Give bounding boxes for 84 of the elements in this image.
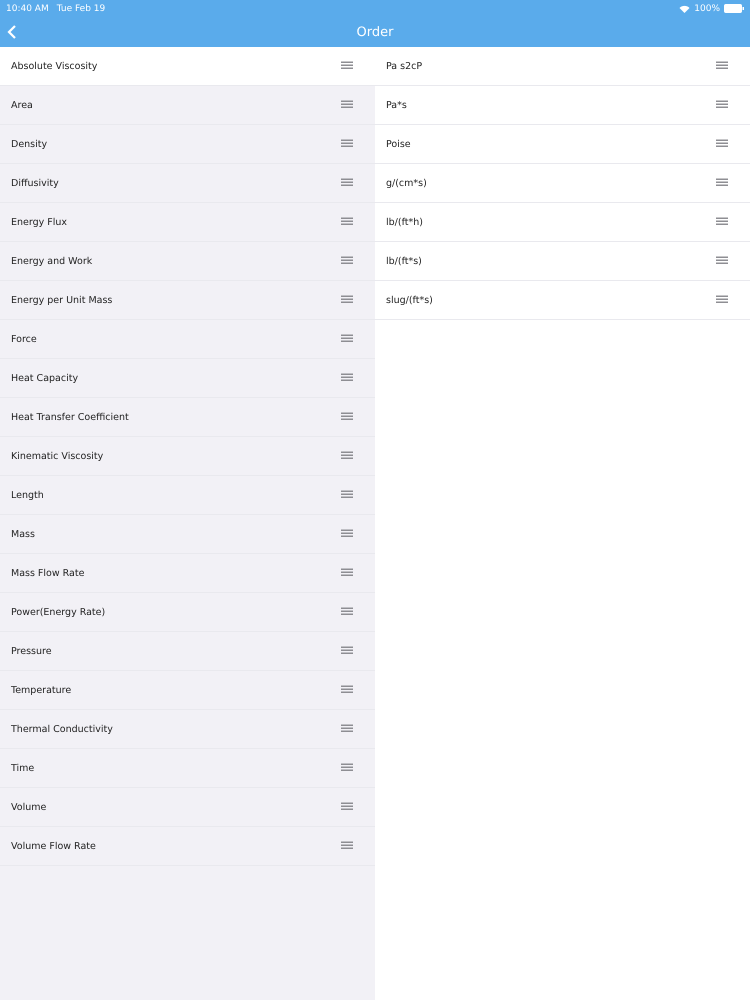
drag-handle-icon[interactable] (341, 100, 353, 110)
category-label: Power(Energy Rate) (11, 606, 106, 618)
drag-handle-icon[interactable] (341, 568, 353, 578)
category-label: Thermal Conductivity (11, 724, 113, 734)
drag-handle-icon[interactable] (341, 139, 353, 149)
category-row[interactable]: Absolute Viscosity (0, 47, 375, 86)
drag-handle-icon[interactable] (716, 295, 728, 305)
category-row[interactable]: Diffusivity (0, 164, 375, 203)
back-button[interactable] (6, 24, 18, 40)
nav-title: Order (356, 24, 394, 40)
drag-handle-icon[interactable] (341, 217, 353, 227)
category-row[interactable]: Heat Capacity (0, 359, 375, 398)
drag-handle-icon[interactable] (341, 802, 353, 812)
status-date: Tue Feb 19 (56, 4, 106, 14)
drag-handle-icon[interactable] (341, 61, 353, 71)
category-label: Diffusivity (11, 178, 59, 188)
drag-handle-icon[interactable] (341, 295, 353, 305)
drag-handle-icon[interactable] (341, 685, 353, 695)
category-label: Density (11, 138, 48, 150)
category-row[interactable]: Kinematic Viscosity (0, 437, 375, 476)
category-row[interactable]: Volume Flow Rate (0, 827, 375, 866)
category-row[interactable]: Length (0, 476, 375, 515)
category-row[interactable]: Energy per Unit Mass (0, 281, 375, 320)
category-label: Time (11, 762, 34, 774)
category-label: Volume (11, 802, 46, 812)
drag-handle-icon[interactable] (341, 256, 353, 266)
drag-handle-icon[interactable] (341, 412, 353, 422)
category-row[interactable]: Volume (0, 788, 375, 827)
unit-label: Pa*s (386, 100, 407, 110)
unit-label: lb/(ft*s) (386, 256, 422, 266)
category-label: Heat Capacity (11, 372, 78, 384)
category-label: Force (11, 334, 37, 344)
drag-handle-icon[interactable] (341, 607, 353, 617)
category-label: Pressure (11, 646, 52, 656)
battery-icon (724, 4, 744, 13)
category-label: Energy and Work (11, 256, 92, 266)
drag-handle-icon[interactable] (341, 529, 353, 539)
category-row[interactable]: Force (0, 320, 375, 359)
category-label: Energy per Unit Mass (11, 294, 112, 306)
drag-handle-icon[interactable] (716, 139, 728, 149)
drag-handle-icon[interactable] (341, 451, 353, 461)
category-label: Length (11, 490, 44, 500)
unit-label: Poise (386, 138, 411, 150)
category-row[interactable]: Thermal Conductivity (0, 710, 375, 749)
drag-handle-icon[interactable] (716, 61, 728, 71)
drag-handle-icon[interactable] (341, 334, 353, 344)
battery-percentage: 100% (694, 4, 720, 14)
drag-handle-icon[interactable] (341, 841, 353, 851)
drag-handle-icon[interactable] (341, 373, 353, 383)
status-time: 10:40 AM (6, 4, 49, 14)
unit-label: Pa s2cP (386, 60, 422, 72)
category-label: Absolute Viscosity (11, 60, 98, 72)
category-label: Kinematic Viscosity (11, 450, 104, 462)
drag-handle-icon[interactable] (341, 646, 353, 656)
category-label: Mass (11, 528, 35, 540)
unit-label: slug/(ft*s) (386, 294, 433, 306)
category-row[interactable]: Density (0, 125, 375, 164)
drag-handle-icon[interactable] (341, 724, 353, 734)
category-label: Temperature (11, 684, 72, 696)
category-row[interactable]: Heat Transfer Coefficient (0, 398, 375, 437)
category-row[interactable]: Time (0, 749, 375, 788)
category-row[interactable]: Mass (0, 515, 375, 554)
category-row[interactable]: Pressure (0, 632, 375, 671)
unit-label: lb/(ft*h) (386, 216, 423, 228)
category-label: Area (11, 100, 33, 110)
category-row[interactable]: Energy and Work (0, 242, 375, 281)
category-row[interactable]: Temperature (0, 671, 375, 710)
unit-label: g/(cm*s) (386, 178, 427, 188)
drag-handle-icon[interactable] (341, 763, 353, 773)
category-label: Heat Transfer Coefficient (11, 412, 129, 422)
category-row[interactable]: Energy Flux (0, 203, 375, 242)
category-label: Volume Flow Rate (11, 840, 96, 852)
category-row[interactable]: Mass Flow Rate (0, 554, 375, 593)
wifi-icon (679, 4, 690, 12)
category-row[interactable]: Power(Energy Rate) (0, 593, 375, 632)
drag-handle-icon[interactable] (716, 217, 728, 227)
drag-handle-icon[interactable] (716, 256, 728, 266)
drag-handle-icon[interactable] (341, 178, 353, 188)
drag-handle-icon[interactable] (341, 490, 353, 500)
category-row[interactable]: Area (0, 86, 375, 125)
category-label: Mass Flow Rate (11, 568, 84, 578)
drag-handle-icon[interactable] (716, 178, 728, 188)
category-label: Energy Flux (11, 216, 68, 228)
drag-handle-icon[interactable] (716, 100, 728, 110)
